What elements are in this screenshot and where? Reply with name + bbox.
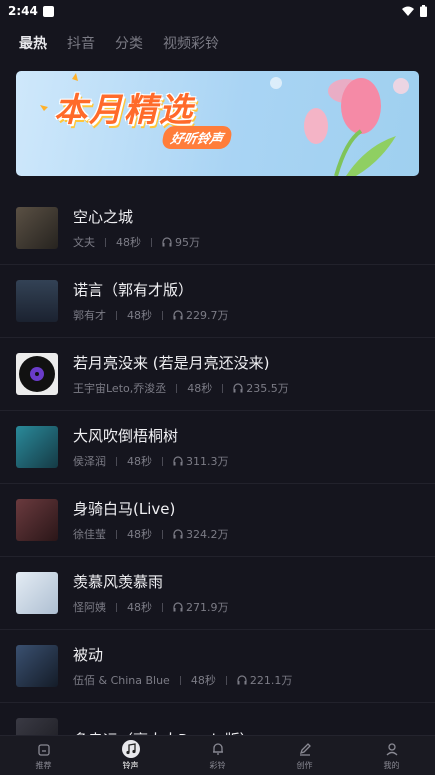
status-time: 2:44: [8, 4, 38, 18]
banner-title: 本月精选: [54, 90, 194, 129]
album-cover: [16, 499, 58, 541]
headphone-icon: [233, 383, 243, 393]
nav-label: 创作: [296, 761, 313, 770]
song-artist: 文夫: [73, 236, 95, 249]
song-list: 空心之城 文夫 48秒 95万 诺言（郭有才版） 郭有才 48秒 229.7万: [0, 192, 435, 775]
music-note-icon: [121, 740, 140, 758]
song-artist: 伍佰 & China Blue: [73, 674, 170, 687]
song-title: 空心之城: [73, 208, 134, 226]
nav-label: 彩铃: [209, 761, 226, 770]
nav-color-ring[interactable]: 彩铃: [174, 736, 261, 775]
song-plays: 229.7万: [186, 309, 229, 322]
pen-icon: [296, 740, 314, 758]
song-artist: 郭有才: [73, 309, 106, 322]
song-plays: 221.1万: [249, 674, 293, 687]
headphone-icon: [173, 310, 183, 320]
headphone-icon: [162, 237, 172, 247]
song-plays: 324.2万: [186, 528, 229, 541]
song-artist: 徐佳莹: [73, 528, 106, 541]
song-duration: 48秒: [116, 236, 141, 249]
song-item[interactable]: 若月亮没来 (若是月亮还没来) 王宇宙Leto,乔浚丞 48秒 235.5万: [0, 338, 435, 411]
status-bar: 2:44: [0, 0, 435, 22]
top-tabs: 最热 抖音 分类 视频彩铃: [19, 30, 219, 56]
bottom-nav: 推荐 铃声 彩铃 创作 我的: [0, 735, 435, 775]
song-item[interactable]: 诺言（郭有才版） 郭有才 48秒 229.7万: [0, 265, 435, 338]
user-icon: [383, 740, 401, 758]
home-icon: [35, 740, 53, 758]
nav-label: 我的: [383, 761, 400, 770]
song-duration: 48秒: [127, 309, 152, 322]
nav-recommend[interactable]: 推荐: [0, 736, 87, 775]
song-title: 身骑白马(Live): [73, 500, 176, 518]
song-plays: 311.3万: [186, 455, 229, 468]
nav-mine[interactable]: 我的: [348, 736, 435, 775]
song-duration: 48秒: [187, 382, 213, 395]
banner-subtitle: 好听铃声: [160, 126, 234, 149]
album-cover: [16, 426, 58, 468]
song-plays: 235.5万: [246, 382, 289, 395]
album-cover: [16, 572, 58, 614]
bell-icon: [209, 740, 227, 758]
album-cover: [16, 280, 58, 322]
song-artist: 侯泽润: [73, 455, 106, 468]
song-item[interactable]: 大风吹倒梧桐树 侯泽润 48秒 311.3万: [0, 411, 435, 484]
tab-hot[interactable]: 最热: [19, 33, 47, 53]
song-item[interactable]: 被动 伍佰 & China Blue 48秒 221.1万: [0, 630, 435, 703]
song-duration: 48秒: [190, 674, 216, 687]
battery-icon: [420, 5, 427, 17]
song-title: 被动: [73, 646, 104, 664]
headphone-icon: [173, 456, 183, 466]
tab-video-ringtone[interactable]: 视频彩铃: [163, 33, 219, 53]
album-cover: [16, 645, 58, 687]
nav-create[interactable]: 创作: [261, 736, 348, 775]
headphone-icon: [173, 529, 183, 539]
notification-icon: [42, 5, 54, 17]
song-item[interactable]: 空心之城 文夫 48秒 95万: [0, 192, 435, 265]
banner[interactable]: 本月精选 好听铃声: [16, 71, 419, 176]
song-artist: 怪阿姨: [73, 601, 106, 614]
song-plays: 95万: [175, 236, 200, 249]
song-title: 羡慕风羡慕雨: [73, 573, 164, 591]
song-title: 大风吹倒梧桐树: [73, 427, 179, 445]
album-cover: [16, 207, 58, 249]
song-duration: 48秒: [127, 601, 152, 614]
tab-douyin[interactable]: 抖音: [67, 33, 95, 53]
nav-label: 推荐: [35, 761, 52, 770]
album-cover: [16, 353, 58, 395]
nav-label: 铃声: [122, 761, 139, 770]
song-artist: 王宇宙Leto,乔浚丞: [73, 382, 167, 395]
song-item[interactable]: 羡慕风羡慕雨 怪阿姨 48秒 271.9万: [0, 557, 435, 630]
status-right: [402, 5, 427, 17]
song-duration: 48秒: [127, 455, 152, 468]
headphone-icon: [237, 675, 247, 685]
wifi-icon: [402, 6, 414, 16]
headphone-icon: [173, 602, 183, 612]
song-plays: 271.9万: [186, 601, 229, 614]
nav-ringtone[interactable]: 铃声: [87, 736, 174, 775]
song-duration: 48秒: [127, 528, 152, 541]
vinyl-record-icon: [19, 356, 55, 392]
tab-category[interactable]: 分类: [115, 33, 143, 53]
song-title: 若月亮没来 (若是月亮还没来): [73, 354, 270, 372]
song-title: 诺言（郭有才版）: [73, 281, 194, 299]
song-item[interactable]: 身骑白马(Live) 徐佳莹 48秒 324.2万: [0, 484, 435, 557]
